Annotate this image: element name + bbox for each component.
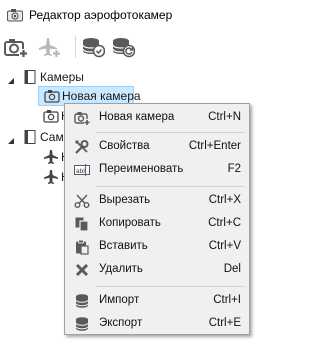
menu-separator <box>95 132 245 133</box>
airplane-add-icon <box>37 38 61 61</box>
menu-item-paste[interactable]: Вставить Ctrl+V <box>67 236 247 258</box>
window-title: Редактор аэрофотокамер <box>29 8 173 22</box>
import-icon <box>74 293 90 309</box>
save-database-button[interactable] <box>81 36 106 61</box>
add-aircraft-button[interactable] <box>37 36 61 58</box>
airplane-icon <box>43 169 59 185</box>
menu-item-label: Свойства <box>99 140 150 152</box>
menu-item-copy[interactable]: Копировать Ctrl+C <box>67 213 247 235</box>
menu-separator <box>95 286 245 287</box>
database-refresh-icon <box>111 38 136 61</box>
menu-item-label: Новая камера <box>99 111 175 123</box>
copy-icon <box>74 216 90 232</box>
tree-node-label: Камеры <box>40 70 84 84</box>
book-icon <box>22 69 38 85</box>
airplane-icon <box>43 149 59 165</box>
menu-item-label: Копировать <box>99 217 161 229</box>
title-bar: Редактор аэрофотокамер <box>0 0 252 30</box>
camera-icon <box>7 8 23 22</box>
menu-item-shortcut: Ctrl+E <box>208 317 241 329</box>
camera-icon <box>43 108 59 124</box>
menu-item-shortcut: Ctrl+X <box>208 194 241 206</box>
menu-item-label: Удалить <box>99 263 143 275</box>
camera-add-icon <box>74 110 90 126</box>
database-save-icon <box>81 38 106 61</box>
menu-item-delete[interactable]: Удалить Del <box>67 259 247 281</box>
menu-item-new-camera[interactable]: Новая камера Ctrl+N <box>67 107 247 129</box>
menu-item-label: Вставить <box>99 240 148 252</box>
delete-x-icon <box>74 262 90 278</box>
wrench-screwdriver-icon <box>74 139 90 155</box>
menu-item-shortcut: F2 <box>227 163 241 175</box>
toolbar-separator <box>75 36 76 58</box>
menu-item-shortcut: Ctrl+N <box>208 111 241 123</box>
menu-item-cut[interactable]: Вырезать Ctrl+X <box>67 190 247 212</box>
camera-icon <box>44 88 60 104</box>
menu-item-shortcut: Del <box>223 263 241 275</box>
menu-item-label: Экспорт <box>99 317 143 329</box>
svg-text:abl: abl <box>76 168 85 175</box>
menu-item-label: Вырезать <box>99 194 151 206</box>
rename-icon: abl <box>74 162 90 178</box>
menu-item-label: Импорт <box>99 294 140 306</box>
menu-item-properties[interactable]: Свойства Ctrl+Enter <box>67 136 247 158</box>
expand-triangle-icon[interactable] <box>6 132 16 144</box>
menu-item-label: Переименовать <box>99 163 184 175</box>
menu-item-rename[interactable]: abl Переименовать F2 <box>67 159 247 181</box>
menu-separator <box>95 186 245 187</box>
context-menu: Новая камера Ctrl+N Свойства Ctrl+Enter … <box>64 103 250 335</box>
app-window: Редактор аэрофотокамер Камеры Новая каме… <box>0 0 252 340</box>
book-icon <box>22 129 38 145</box>
menu-item-import[interactable]: Импорт Ctrl+I <box>67 290 247 312</box>
scissors-icon <box>74 193 90 209</box>
tree-node-cameras[interactable]: Камеры <box>0 67 252 87</box>
menu-item-export[interactable]: Экспорт Ctrl+E <box>67 313 247 335</box>
paste-icon <box>74 239 90 255</box>
menu-item-shortcut: Ctrl+I <box>213 294 241 306</box>
refresh-database-button[interactable] <box>111 36 136 61</box>
export-icon <box>74 316 90 332</box>
menu-item-shortcut: Ctrl+C <box>208 217 241 229</box>
add-camera-button[interactable] <box>4 36 28 58</box>
tree-node-aircraft[interactable]: Само <box>0 127 70 147</box>
toolbar <box>0 31 252 63</box>
expand-triangle-icon[interactable] <box>6 72 16 84</box>
camera-add-icon <box>4 39 28 61</box>
menu-item-shortcut: Ctrl+Enter <box>188 140 241 152</box>
menu-item-shortcut: Ctrl+V <box>208 240 241 252</box>
